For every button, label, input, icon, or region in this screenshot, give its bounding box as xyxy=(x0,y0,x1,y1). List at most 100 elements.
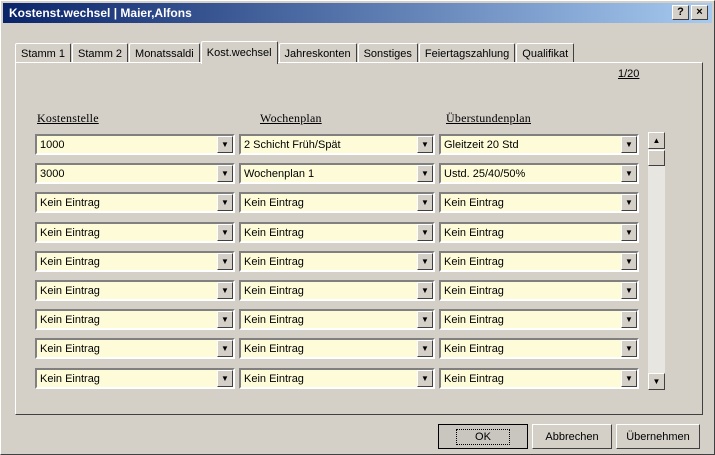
chevron-down-icon[interactable]: ▼ xyxy=(417,253,433,270)
wochenplan-select[interactable]: Wochenplan 1 ▼ xyxy=(239,163,435,184)
page-indicator: 1/20 xyxy=(618,68,640,80)
kostenstelle-select[interactable]: Kein Eintrag ▼ xyxy=(35,251,235,272)
window-title: Kostenst.wechsel | Maier,Alfons xyxy=(9,6,192,20)
chevron-down-icon[interactable]: ▼ xyxy=(621,340,637,357)
tab-feiertagszahlung[interactable]: Feiertagszahlung xyxy=(418,43,516,63)
ueberstundenplan-select[interactable]: Kein Eintrag ▼ xyxy=(439,309,639,330)
ueberstundenplan-value: Kein Eintrag xyxy=(444,372,504,385)
scroll-thumb[interactable] xyxy=(648,150,665,166)
wochenplan-value: Kein Eintrag xyxy=(244,255,304,268)
chevron-down-icon[interactable]: ▼ xyxy=(621,165,637,182)
ueberstundenplan-select[interactable]: Kein Eintrag ▼ xyxy=(439,338,639,359)
ueberstundenplan-select[interactable]: Kein Eintrag ▼ xyxy=(439,222,639,243)
kostenstelle-value: 1000 xyxy=(40,138,65,151)
chevron-down-icon[interactable]: ▼ xyxy=(217,282,233,299)
title-bar[interactable]: Kostenst.wechsel | Maier,Alfons ? × xyxy=(3,3,712,23)
ok-button[interactable]: OK xyxy=(438,424,528,449)
kostenstelle-select[interactable]: Kein Eintrag ▼ xyxy=(35,309,235,330)
wochenplan-select[interactable]: Kein Eintrag ▼ xyxy=(239,368,435,389)
kostenstelle-select[interactable]: Kein Eintrag ▼ xyxy=(35,338,235,359)
chevron-down-icon[interactable]: ▼ xyxy=(621,194,637,211)
chevron-down-icon[interactable]: ▼ xyxy=(217,340,233,357)
tab-stamm-2[interactable]: Stamm 2 xyxy=(72,43,129,63)
chevron-down-icon[interactable]: ▼ xyxy=(621,136,637,153)
chevron-down-icon[interactable]: ▼ xyxy=(417,311,433,328)
chevron-down-icon[interactable]: ▼ xyxy=(417,136,433,153)
chevron-down-icon[interactable]: ▼ xyxy=(417,370,433,387)
ueberstundenplan-select[interactable]: Kein Eintrag ▼ xyxy=(439,251,639,272)
wochenplan-value: Kein Eintrag xyxy=(244,284,304,297)
tab-monatssaldi[interactable]: Monatssaldi xyxy=(129,43,200,63)
chevron-down-icon[interactable]: ▼ xyxy=(417,340,433,357)
kostenstelle-select[interactable]: Kein Eintrag ▼ xyxy=(35,222,235,243)
scroll-down-button[interactable]: ▼ xyxy=(648,373,665,390)
tab-sonstiges[interactable]: Sonstiges xyxy=(357,43,418,63)
chevron-down-icon[interactable]: ▼ xyxy=(217,370,233,387)
chevron-down-icon[interactable]: ▼ xyxy=(217,165,233,182)
kostenstelle-value: Kein Eintrag xyxy=(40,284,100,297)
kostenstelle-select[interactable]: Kein Eintrag ▼ xyxy=(35,368,235,389)
chevron-down-icon[interactable]: ▼ xyxy=(621,253,637,270)
tab-kost-wechsel[interactable]: Kost.wechsel xyxy=(200,41,278,64)
ueberstundenplan-select[interactable]: Kein Eintrag ▼ xyxy=(439,368,639,389)
wochenplan-value: Kein Eintrag xyxy=(244,226,304,239)
wochenplan-value: Wochenplan 1 xyxy=(244,167,315,180)
chevron-down-icon[interactable]: ▼ xyxy=(621,311,637,328)
wochenplan-select[interactable]: Kein Eintrag ▼ xyxy=(239,251,435,272)
ueberstundenplan-value: Kein Eintrag xyxy=(444,255,504,268)
chevron-down-icon[interactable]: ▼ xyxy=(217,194,233,211)
ueberstundenplan-value: Kein Eintrag xyxy=(444,313,504,326)
kostenstelle-select[interactable]: 1000 ▼ xyxy=(35,134,235,155)
chevron-down-icon[interactable]: ▼ xyxy=(217,253,233,270)
ueberstundenplan-select[interactable]: Gleitzeit 20 Std ▼ xyxy=(439,134,639,155)
wochenplan-value: Kein Eintrag xyxy=(244,196,304,209)
wochenplan-select[interactable]: Kein Eintrag ▼ xyxy=(239,280,435,301)
cancel-button[interactable]: Abbrechen xyxy=(532,424,612,449)
tab-jahreskonten[interactable]: Jahreskonten xyxy=(278,43,357,63)
kostenstelle-value: Kein Eintrag xyxy=(40,342,100,355)
column-header-ueberstundenplan: Überstundenplan xyxy=(446,111,531,125)
ueberstundenplan-value: Gleitzeit 20 Std xyxy=(444,138,519,151)
chevron-down-icon[interactable]: ▼ xyxy=(621,224,637,241)
chevron-down-icon[interactable]: ▼ xyxy=(417,194,433,211)
tab-stamm-1[interactable]: Stamm 1 xyxy=(15,43,72,63)
ueberstundenplan-select[interactable]: Kein Eintrag ▼ xyxy=(439,192,639,213)
wochenplan-value: 2 Schicht Früh/Spät xyxy=(244,138,341,151)
kostenstelle-value: Kein Eintrag xyxy=(40,372,100,385)
ueberstundenplan-value: Ustd. 25/40/50% xyxy=(444,167,526,180)
ueberstundenplan-select[interactable]: Kein Eintrag ▼ xyxy=(439,280,639,301)
wochenplan-select[interactable]: Kein Eintrag ▼ xyxy=(239,222,435,243)
chevron-down-icon[interactable]: ▼ xyxy=(417,224,433,241)
ok-button-label: OK xyxy=(456,428,510,445)
tab-qualifikat[interactable]: Qualifikat xyxy=(516,43,575,63)
chevron-down-icon[interactable]: ▼ xyxy=(621,370,637,387)
wochenplan-select[interactable]: Kein Eintrag ▼ xyxy=(239,338,435,359)
chevron-down-icon[interactable]: ▼ xyxy=(217,136,233,153)
column-header-wochenplan: Wochenplan xyxy=(260,111,322,125)
ueberstundenplan-value: Kein Eintrag xyxy=(444,342,504,355)
wochenplan-select[interactable]: Kein Eintrag ▼ xyxy=(239,309,435,330)
column-header-kostenstelle: Kostenstelle xyxy=(37,111,99,125)
close-button[interactable]: × xyxy=(691,5,708,20)
chevron-down-icon[interactable]: ▼ xyxy=(621,282,637,299)
title-bar-buttons: ? × xyxy=(672,5,708,20)
wochenplan-value: Kein Eintrag xyxy=(244,372,304,385)
wochenplan-select[interactable]: 2 Schicht Früh/Spät ▼ xyxy=(239,134,435,155)
scroll-up-button[interactable]: ▲ xyxy=(648,132,665,149)
apply-button[interactable]: Übernehmen xyxy=(616,424,700,449)
wochenplan-select[interactable]: Kein Eintrag ▼ xyxy=(239,192,435,213)
kostenstelle-select[interactable]: 3000 ▼ xyxy=(35,163,235,184)
kostenstelle-value: Kein Eintrag xyxy=(40,255,100,268)
wochenplan-value: Kein Eintrag xyxy=(244,342,304,355)
ueberstundenplan-value: Kein Eintrag xyxy=(444,226,504,239)
kostenstelle-select[interactable]: Kein Eintrag ▼ xyxy=(35,192,235,213)
tab-strip: Stamm 1 Stamm 2 Monatssaldi Kost.wechsel Jah… xyxy=(15,41,575,64)
chevron-down-icon[interactable]: ▼ xyxy=(217,311,233,328)
help-button[interactable]: ? xyxy=(672,5,689,20)
kostenstelle-select[interactable]: Kein Eintrag ▼ xyxy=(35,280,235,301)
chevron-down-icon[interactable]: ▼ xyxy=(417,165,433,182)
ueberstundenplan-select[interactable]: Ustd. 25/40/50% ▼ xyxy=(439,163,639,184)
chevron-down-icon[interactable]: ▼ xyxy=(417,282,433,299)
chevron-down-icon[interactable]: ▼ xyxy=(217,224,233,241)
vertical-scrollbar[interactable]: ▲ ▼ xyxy=(648,132,665,390)
